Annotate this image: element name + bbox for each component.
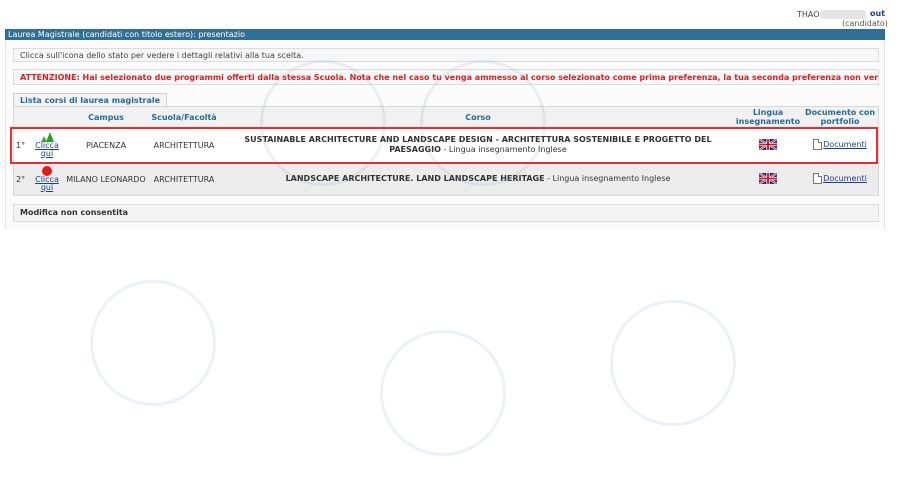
- user-role: (candidato): [842, 19, 888, 28]
- header-school: Scuola/Facoltà: [146, 107, 222, 127]
- status-cell: Clicca qui: [28, 163, 66, 195]
- course-language: Lingua insegnamento Inglese: [448, 145, 567, 154]
- section-title-bar: Laurea Magistrale (candidati con titolo …: [5, 29, 885, 40]
- priority: 2°: [14, 163, 28, 195]
- document-icon: [813, 138, 823, 150]
- documents-link[interactable]: Documenti: [813, 138, 867, 150]
- user-name: THAO: [797, 10, 820, 19]
- language-cell: [734, 163, 802, 195]
- top-bar: THAO out (candidato): [0, 0, 900, 30]
- edit-not-allowed-note: Modifica non consentita: [13, 204, 879, 222]
- warning-message: ATTENZIONE: Hai selezionato due programm…: [13, 69, 879, 85]
- school-cell: ARCHITETTURA: [146, 127, 222, 163]
- course-cell: SUSTAINABLE ARCHITECTURE AND LANDSCAPE D…: [222, 127, 734, 163]
- uk-flag-icon: [758, 137, 778, 151]
- portfolio-cell: Documenti: [802, 163, 878, 195]
- table-header-row: Campus Scuola/Facoltà Corso Lingua inseg…: [14, 107, 878, 127]
- course-cell: LANDSCAPE ARCHITECTURE. LAND LANDSCAPE H…: [222, 163, 734, 195]
- uk-flag-icon: [758, 171, 778, 185]
- table-row: 1° Clicca qui PIACENZA ARCHITETTURA SUST…: [14, 127, 878, 163]
- status-cell: Clicca qui: [28, 127, 66, 163]
- watermark-seal: [380, 330, 506, 456]
- portfolio-cell: Documenti: [802, 127, 878, 163]
- header-language: Lingua insegnamento: [734, 107, 802, 127]
- course-language: Lingua insegnamento Inglese: [552, 174, 671, 183]
- campus-cell: MILANO LEONARDO: [66, 163, 146, 195]
- table-row: 2° Clicca qui MILANO LEONARDO ARCHITETTU…: [14, 163, 878, 195]
- language-cell: [734, 127, 802, 163]
- info-message: Clicca sull'icona dello stato per vedere…: [13, 48, 879, 62]
- redacted-user-info: [820, 10, 866, 19]
- status-details-link[interactable]: Clicca qui: [28, 142, 66, 158]
- campus-cell: PIACENZA: [66, 127, 146, 163]
- header-course: Corso: [222, 107, 734, 127]
- watermark-seal: [610, 300, 736, 426]
- document-icon: [813, 172, 823, 184]
- list-title-tab: Lista corsi di laurea magistrale: [13, 93, 168, 107]
- watermark-seal: [90, 280, 216, 406]
- course-name: LANDSCAPE ARCHITECTURE. LAND LANDSCAPE H…: [285, 174, 545, 183]
- header-portfolio: Documento con portfolio: [802, 107, 878, 127]
- course-table: Campus Scuola/Facoltà Corso Lingua inseg…: [14, 107, 878, 195]
- school-cell: ARCHITETTURA: [146, 163, 222, 195]
- status-details-link[interactable]: Clicca qui: [28, 176, 66, 192]
- documents-link[interactable]: Documenti: [813, 172, 867, 184]
- header-campus: Campus: [66, 107, 146, 127]
- priority: 1°: [14, 127, 28, 163]
- logout-link[interactable]: out: [870, 9, 885, 18]
